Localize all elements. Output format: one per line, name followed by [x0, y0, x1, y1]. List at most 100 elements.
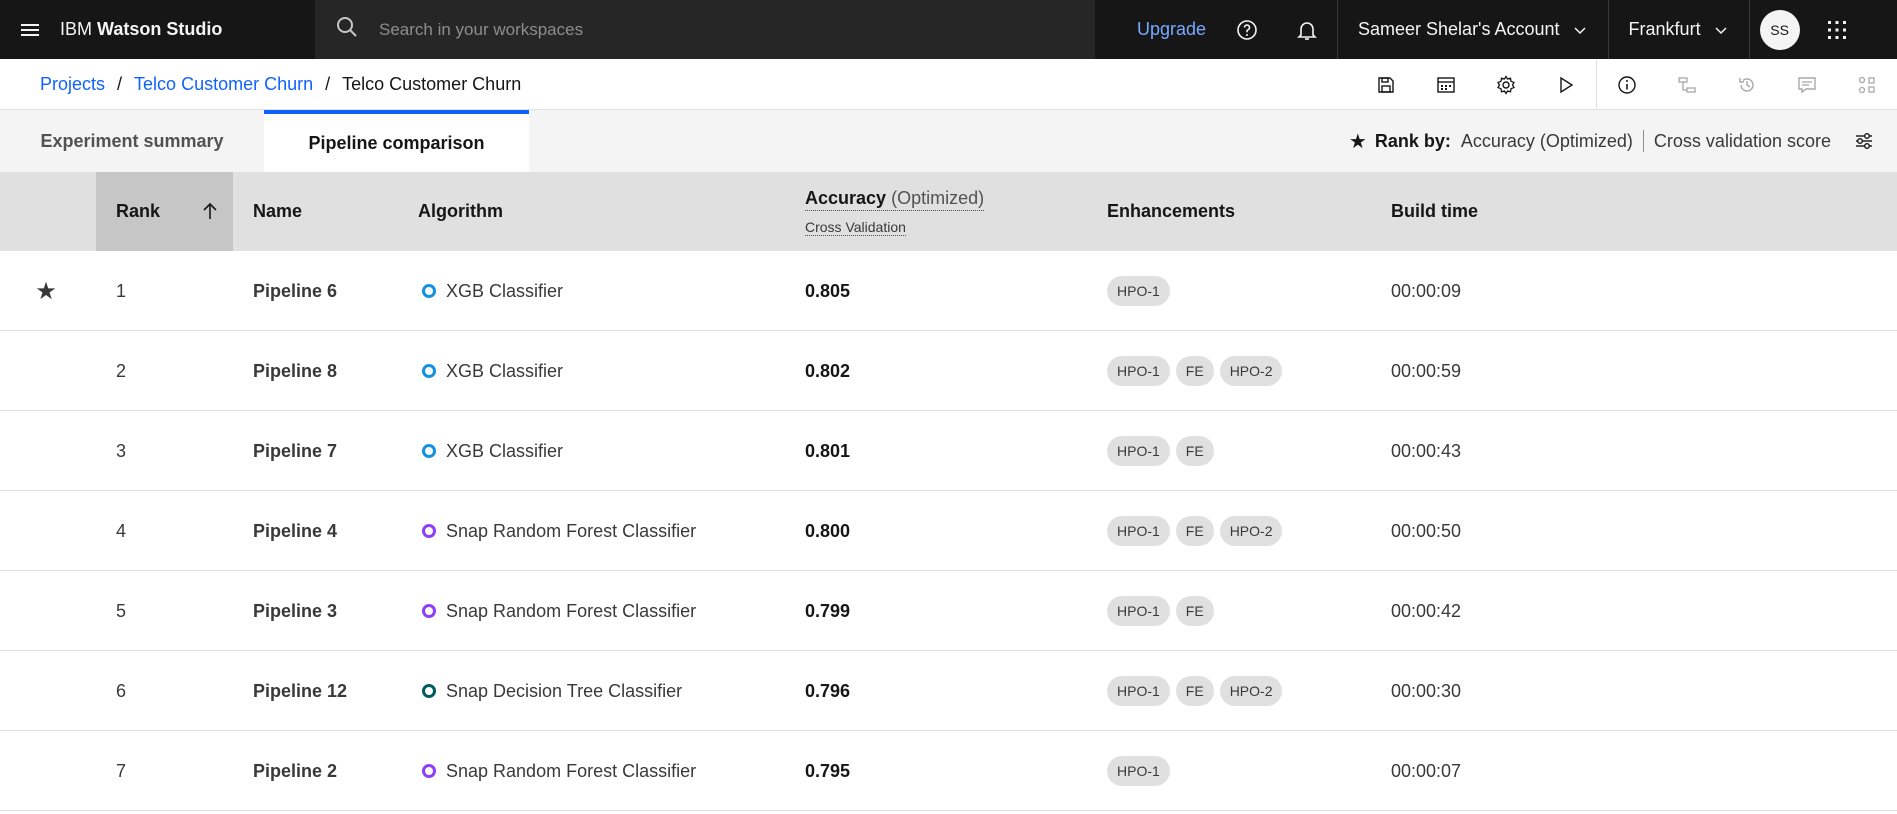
table-row[interactable]: 7 Pipeline 2 Snap Random Forest Classifier…	[0, 731, 1897, 811]
build-time-cell: 00:00:42	[1391, 600, 1462, 621]
pipeline-icon	[1657, 59, 1717, 110]
column-header-algorithm[interactable]: Algorithm	[418, 172, 503, 251]
top-rank-star-icon: ★	[35, 277, 57, 305]
rank-by-control: ★ Rank by: Accuracy (Optimized) Cross va…	[1349, 110, 1875, 172]
algorithm-label: XGB Classifier	[446, 440, 564, 461]
info-icon[interactable]	[1597, 59, 1657, 110]
algorithm-label: Snap Random Forest Classifier	[446, 520, 697, 541]
breadcrumb-separator: /	[117, 73, 123, 94]
notification-icon[interactable]	[1277, 0, 1337, 59]
account-switcher[interactable]: Sameer Shelar's Account	[1338, 0, 1608, 59]
help-icon[interactable]	[1217, 0, 1277, 59]
tabs-row: Experiment summary Pipeline comparison ★…	[0, 110, 1897, 172]
star-icon: ★	[1348, 130, 1367, 153]
upgrade-link[interactable]: Upgrade	[1137, 19, 1217, 40]
table-header: Rank Name Algorithm Accuracy (Optimized)…	[0, 172, 1897, 251]
rank-cell: 3	[116, 440, 127, 461]
enhancements-cell: HPO-1 FE	[1107, 411, 1214, 491]
rank-settings-icon[interactable]	[1853, 130, 1875, 152]
enhancements-cell: HPO-1 FE	[1107, 571, 1214, 651]
rank-by-divider	[1642, 130, 1644, 152]
enhancements-cell: HPO-1 FE HPO-2	[1107, 651, 1283, 731]
algorithm-label: XGB Classifier	[446, 360, 564, 381]
table-row[interactable]: 2 Pipeline 8 XGB Classifier 0.802 HPO-1 FE HPO…	[0, 331, 1897, 411]
pipeline-name-cell[interactable]: Pipeline 2	[253, 731, 337, 811]
table-row[interactable]: ★ 1 Pipeline 6 XGB Classifier 0.805 HPO-1 00:0…	[0, 251, 1897, 331]
build-time-cell: 00:00:30	[1391, 680, 1462, 701]
enhancements-cell: HPO-1	[1107, 731, 1170, 811]
calendar-icon[interactable]	[1416, 59, 1476, 110]
breadcrumb-separator: /	[325, 73, 331, 94]
rank-cell: 4	[116, 520, 127, 541]
search-bar[interactable]	[315, 0, 1095, 59]
build-time-cell: 00:00:50	[1391, 520, 1462, 541]
algorithm-indicator-icon	[422, 684, 436, 698]
column-rank-label: Rank	[116, 201, 161, 221]
rank-cell: 5	[116, 600, 127, 621]
region-switcher[interactable]: Frankfurt	[1609, 0, 1749, 59]
user-avatar-button[interactable]: SS	[1750, 0, 1810, 59]
chevron-down-icon	[1715, 26, 1727, 34]
chevron-down-icon	[1574, 26, 1586, 34]
table-row[interactable]: 4 Pipeline 4 Snap Random Forest Classifier…	[0, 491, 1897, 571]
algorithm-cell: XGB Classifier	[422, 251, 563, 331]
save-icon[interactable]	[1356, 59, 1416, 110]
enhancement-tag: FE	[1175, 436, 1214, 466]
product-name[interactable]: IBM Watson Studio	[60, 19, 315, 40]
algorithm-cell: Snap Random Forest Classifier	[422, 731, 696, 811]
algorithm-cell: XGB Classifier	[422, 331, 563, 411]
column-header-enhancements[interactable]: Enhancements	[1107, 172, 1235, 251]
tab-experiment-summary[interactable]: Experiment summary	[0, 110, 264, 172]
account-label: Sameer Shelar's Account	[1358, 19, 1560, 39]
toolbar	[1356, 59, 1897, 110]
breadcrumb-project[interactable]: Telco Customer Churn	[134, 74, 313, 95]
column-header-accuracy[interactable]: Accuracy (Optimized) Cross Validation	[805, 172, 985, 251]
accuracy-cell: 0.801	[805, 440, 851, 461]
rank-cell: 7	[116, 760, 127, 781]
pipeline-name-cell[interactable]: Pipeline 3	[253, 571, 337, 651]
pipeline-name-cell[interactable]: Pipeline 6	[253, 251, 337, 331]
enhancements-cell: HPO-1	[1107, 251, 1170, 331]
algorithm-indicator-icon	[422, 444, 436, 458]
run-icon[interactable]	[1536, 59, 1596, 110]
pipeline-name-cell[interactable]: Pipeline 4	[253, 491, 337, 571]
table-row[interactable]: 3 Pipeline 7 XGB Classifier 0.801 HPO-1 FE 00:…	[0, 411, 1897, 491]
tab-pipeline-comparison[interactable]: Pipeline comparison	[264, 110, 529, 172]
enhancement-tag: FE	[1175, 356, 1214, 386]
algorithm-indicator-icon	[422, 524, 436, 538]
rank-by-metric: Accuracy (Optimized)	[1460, 130, 1633, 151]
app-switcher-icon[interactable]	[1810, 0, 1865, 59]
breadcrumb-projects[interactable]: Projects	[40, 74, 105, 95]
algorithm-label: XGB Classifier	[446, 280, 564, 301]
enhancements-cell: HPO-1 FE HPO-2	[1107, 331, 1283, 411]
algorithm-indicator-icon	[422, 604, 436, 618]
pipeline-name-cell[interactable]: Pipeline 7	[253, 411, 337, 491]
accuracy-cell: 0.805	[805, 280, 851, 301]
column-header-name[interactable]: Name	[253, 172, 302, 251]
accuracy-cell: 0.795	[805, 760, 851, 781]
top-header: IBM Watson Studio Upgrade Sameer Shelar'…	[0, 0, 1897, 59]
column-header-rank[interactable]: Rank	[96, 172, 233, 251]
search-icon	[335, 15, 359, 44]
search-input[interactable]	[379, 19, 1079, 40]
accuracy-cell: 0.800	[805, 520, 851, 541]
enhancement-tag: HPO-1	[1107, 676, 1170, 706]
enhancement-tag: HPO-1	[1107, 596, 1170, 626]
algorithm-indicator-icon	[422, 284, 436, 298]
pipeline-name-cell[interactable]: Pipeline 12	[253, 651, 347, 731]
menu-icon[interactable]	[0, 0, 60, 59]
table-row[interactable]: 6 Pipeline 12 Snap Decision Tree Classifie…	[0, 651, 1897, 731]
enhancement-tag: HPO-1	[1107, 756, 1170, 786]
enhancements-cell: HPO-1 FE HPO-2	[1107, 491, 1283, 571]
table-row[interactable]: 5 Pipeline 3 Snap Random Forest Classifier…	[0, 571, 1897, 651]
breadcrumb-toolbar: Projects / Telco Customer Churn / Telco …	[0, 59, 1897, 110]
build-time-cell: 00:00:07	[1391, 760, 1462, 781]
accuracy-label: Accuracy	[805, 187, 887, 208]
accuracy-cell: 0.802	[805, 360, 851, 381]
build-time-cell: 00:00:43	[1391, 440, 1462, 461]
enhancement-tag: HPO-1	[1107, 276, 1170, 306]
algorithm-cell: Snap Random Forest Classifier	[422, 571, 696, 651]
column-header-build-time[interactable]: Build time	[1391, 172, 1478, 251]
pipeline-name-cell[interactable]: Pipeline 8	[253, 331, 337, 411]
settings-icon[interactable]	[1476, 59, 1536, 110]
